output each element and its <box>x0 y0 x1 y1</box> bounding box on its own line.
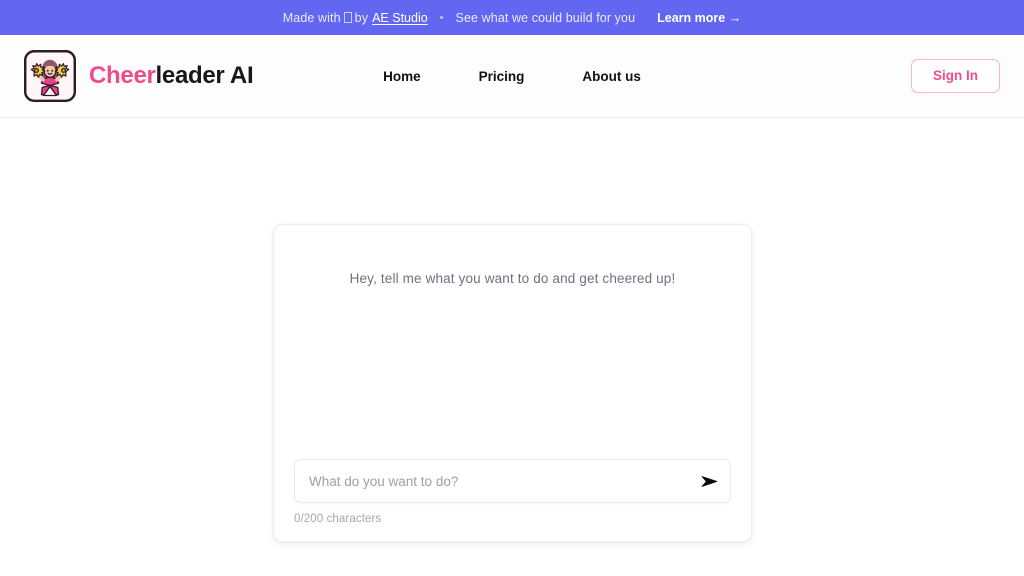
chat-composer: 0/200 characters <box>274 459 751 541</box>
ae-studio-link[interactable]: AE Studio <box>372 11 428 25</box>
chat-message-list: Hey, tell me what you want to do and get… <box>274 225 751 459</box>
character-counter: 0/200 characters <box>294 513 382 525</box>
promo-by-label: by <box>354 10 369 25</box>
site-header: Cheerleader AI Home Pricing About us Sig… <box>0 35 1024 118</box>
chat-input-row[interactable] <box>294 459 731 503</box>
sign-in-button[interactable]: Sign In <box>911 59 1000 93</box>
nav-item-home[interactable]: Home <box>383 69 421 84</box>
brand-name-rest: leader AI <box>155 62 254 89</box>
learn-more-link[interactable]: Learn more → <box>657 11 741 25</box>
brand-name: Cheerleader AI <box>89 62 254 90</box>
assistant-greeting-message: Hey, tell me what you want to do and get… <box>349 271 676 286</box>
brand-name-accent: Cheer <box>89 62 156 89</box>
chat-card: Hey, tell me what you want to do and get… <box>273 224 752 542</box>
page-main: Hey, tell me what you want to do and get… <box>0 118 1024 576</box>
nav-item-pricing[interactable]: Pricing <box>479 69 525 84</box>
promo-made-with-label: Made with <box>282 10 341 25</box>
cheerleader-icon <box>24 50 76 102</box>
brand-logo[interactable]: Cheerleader AI <box>24 50 254 102</box>
send-arrow-icon <box>701 475 717 487</box>
nav-item-about-us[interactable]: About us <box>582 69 641 84</box>
send-button[interactable] <box>688 460 730 502</box>
chat-input[interactable] <box>295 460 688 502</box>
main-nav: Home Pricing About us <box>383 69 641 84</box>
promo-banner: Made with by AE Studio • See what we cou… <box>0 0 1024 35</box>
header-actions: Sign In <box>911 59 1000 93</box>
promo-tagline: See what we could build for you <box>455 10 636 25</box>
promo-separator-dot: • <box>439 11 444 24</box>
heart-emoji-missing-glyph-icon <box>343 12 352 23</box>
